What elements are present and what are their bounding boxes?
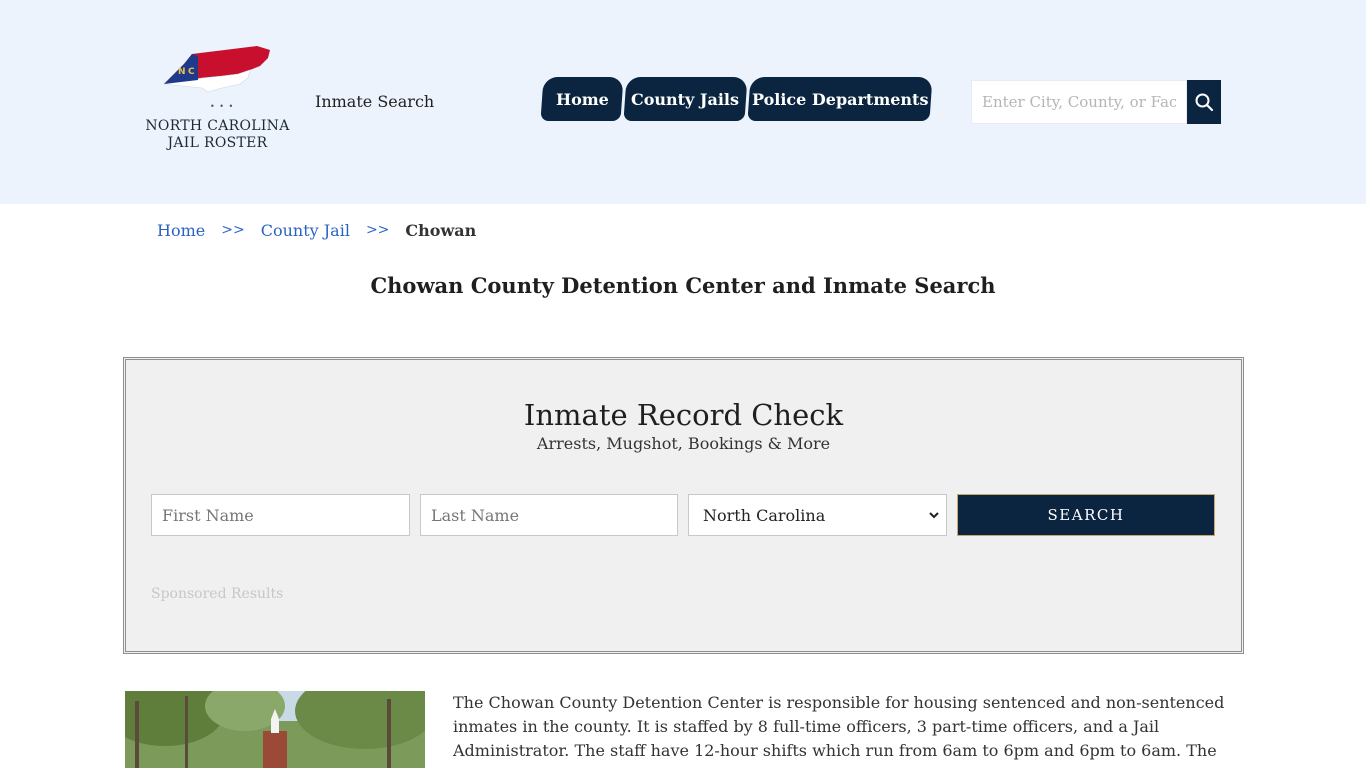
site-search-field[interactable] bbox=[971, 80, 1187, 124]
state-select-value: North Carolina bbox=[703, 505, 826, 525]
detention-center-photo bbox=[125, 691, 425, 768]
breadcrumb-separator: >> bbox=[221, 222, 245, 238]
record-check-title: Inmate Record Check bbox=[523, 398, 844, 432]
logo-text-roster: JAIL ROSTER bbox=[167, 135, 268, 151]
chevron-down-icon bbox=[929, 512, 939, 519]
site-header: N C • • • NORTH CAROLINA JAIL ROSTER Inm… bbox=[0, 0, 1366, 204]
first-name-field[interactable] bbox=[151, 494, 410, 536]
site-search-button[interactable] bbox=[1187, 80, 1221, 124]
nav-tab-home-label: Home bbox=[555, 89, 609, 109]
state-select[interactable]: North Carolina bbox=[688, 494, 947, 536]
breadcrumb-current: Chowan bbox=[405, 221, 477, 240]
sponsored-results-label: Sponsored Results bbox=[151, 586, 284, 602]
nav-tab-county-jails-label: County Jails bbox=[631, 89, 740, 109]
nc-state-flag-icon: N C bbox=[163, 46, 270, 93]
breadcrumb: Home >> County Jail >> Chowan bbox=[157, 221, 476, 240]
breadcrumb-county-jail[interactable]: County Jail bbox=[261, 221, 350, 240]
site-search-input[interactable] bbox=[972, 81, 1186, 123]
site-logo[interactable]: N C • • • NORTH CAROLINA JAIL ROSTER bbox=[140, 42, 300, 152]
main-nav: Home County Jails Police Departments bbox=[540, 77, 933, 121]
svg-text:N: N bbox=[178, 67, 186, 77]
svg-text:C: C bbox=[188, 67, 195, 77]
first-name-input[interactable] bbox=[152, 495, 409, 535]
nav-tab-county-jails[interactable]: County Jails bbox=[623, 77, 748, 121]
inmate-search-link[interactable]: Inmate Search bbox=[315, 92, 434, 111]
nav-tab-police-departments[interactable]: Police Departments bbox=[747, 77, 933, 121]
nav-tab-police-departments-label: Police Departments bbox=[751, 89, 929, 109]
last-name-input[interactable] bbox=[421, 495, 677, 535]
breadcrumb-home[interactable]: Home bbox=[157, 221, 205, 240]
search-icon bbox=[1195, 93, 1214, 112]
nav-tab-home[interactable]: Home bbox=[540, 77, 624, 121]
breadcrumb-separator: >> bbox=[365, 222, 390, 238]
record-check-subtitle: Arrests, Mugshot, Bookings & More bbox=[536, 434, 831, 453]
logo-text-state: NORTH CAROLINA bbox=[145, 118, 290, 134]
last-name-field[interactable] bbox=[420, 494, 678, 536]
logo-ornament: • • • bbox=[210, 102, 235, 111]
detention-center-description: The Chowan County Detention Center is re… bbox=[453, 693, 1225, 768]
page-title: Chowan County Detention Center and Inmat… bbox=[370, 273, 996, 298]
inmate-record-check-panel: Inmate Record Check Arrests, Mugshot, Bo… bbox=[123, 357, 1244, 654]
record-search-button[interactable]: SEARCH bbox=[957, 494, 1215, 536]
